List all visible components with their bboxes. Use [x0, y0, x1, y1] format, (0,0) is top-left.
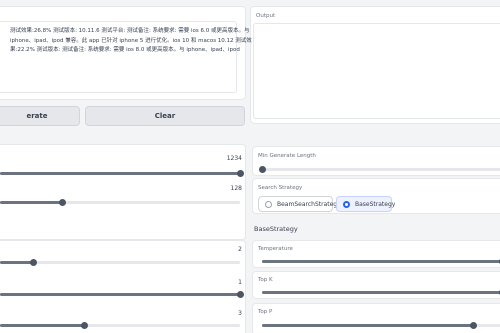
output-text: 测试效果:26.8% 测试版本: 10.11.6 测试平台: 测试备注: 系统要…	[10, 28, 252, 53]
slider-4-thumb[interactable]	[236, 291, 244, 298]
slider-5[interactable]	[0, 322, 240, 329]
slider-5-thumb[interactable]	[80, 322, 88, 329]
output-label: Output	[256, 13, 276, 19]
left-settings-panel-2	[0, 240, 246, 333]
slider-1-value: 1234	[226, 155, 242, 162]
temperature-slider[interactable]	[262, 258, 500, 265]
generate-button[interactable]: erate	[0, 106, 80, 126]
radio-selected-icon	[343, 200, 350, 208]
slider-2-thumb[interactable]	[58, 199, 66, 206]
radio-circle-icon	[265, 200, 272, 208]
slider-2-value: 128	[230, 185, 242, 192]
slider-4[interactable]	[0, 291, 244, 298]
output-panel: Output	[250, 6, 500, 124]
slider-1[interactable]	[0, 170, 244, 177]
temperature-panel: Temperature	[252, 240, 500, 268]
slider-3-value: 2	[238, 246, 242, 253]
radio-beam-label: BeamSearchStrategy	[277, 200, 341, 208]
topp-thumb[interactable]	[469, 322, 477, 329]
output-box[interactable]	[253, 23, 500, 119]
topk-label: Top K	[258, 277, 273, 283]
clear-button[interactable]: Clear	[85, 106, 245, 126]
radio-beam-search[interactable]: BeamSearchStrategy	[258, 196, 341, 212]
radio-base-label: BaseStrategy	[355, 200, 396, 208]
slider-1-thumb[interactable]	[236, 170, 244, 177]
slider-5-value: 3	[238, 310, 242, 317]
min-length-slider[interactable]	[258, 166, 500, 173]
topp-label: Top P	[258, 309, 273, 315]
search-strategy-label: Search Strategy	[258, 185, 303, 191]
section-title: BaseStrategy	[254, 225, 298, 233]
slider-2[interactable]	[0, 199, 240, 206]
min-length-label: Min Generate Length	[258, 153, 316, 159]
radio-base-strategy[interactable]: BaseStrategy	[336, 196, 396, 212]
topp-panel: Top P	[252, 303, 500, 333]
topp-slider[interactable]	[262, 322, 500, 329]
slider-4-value: 1	[238, 279, 242, 286]
topk-slider[interactable]	[262, 289, 500, 296]
topk-panel: Top K	[252, 271, 500, 299]
min-length-panel: Min Generate Length	[252, 146, 500, 176]
slider-3[interactable]	[0, 259, 240, 266]
temperature-label: Temperature	[258, 246, 293, 252]
min-length-thumb[interactable]	[258, 166, 266, 173]
